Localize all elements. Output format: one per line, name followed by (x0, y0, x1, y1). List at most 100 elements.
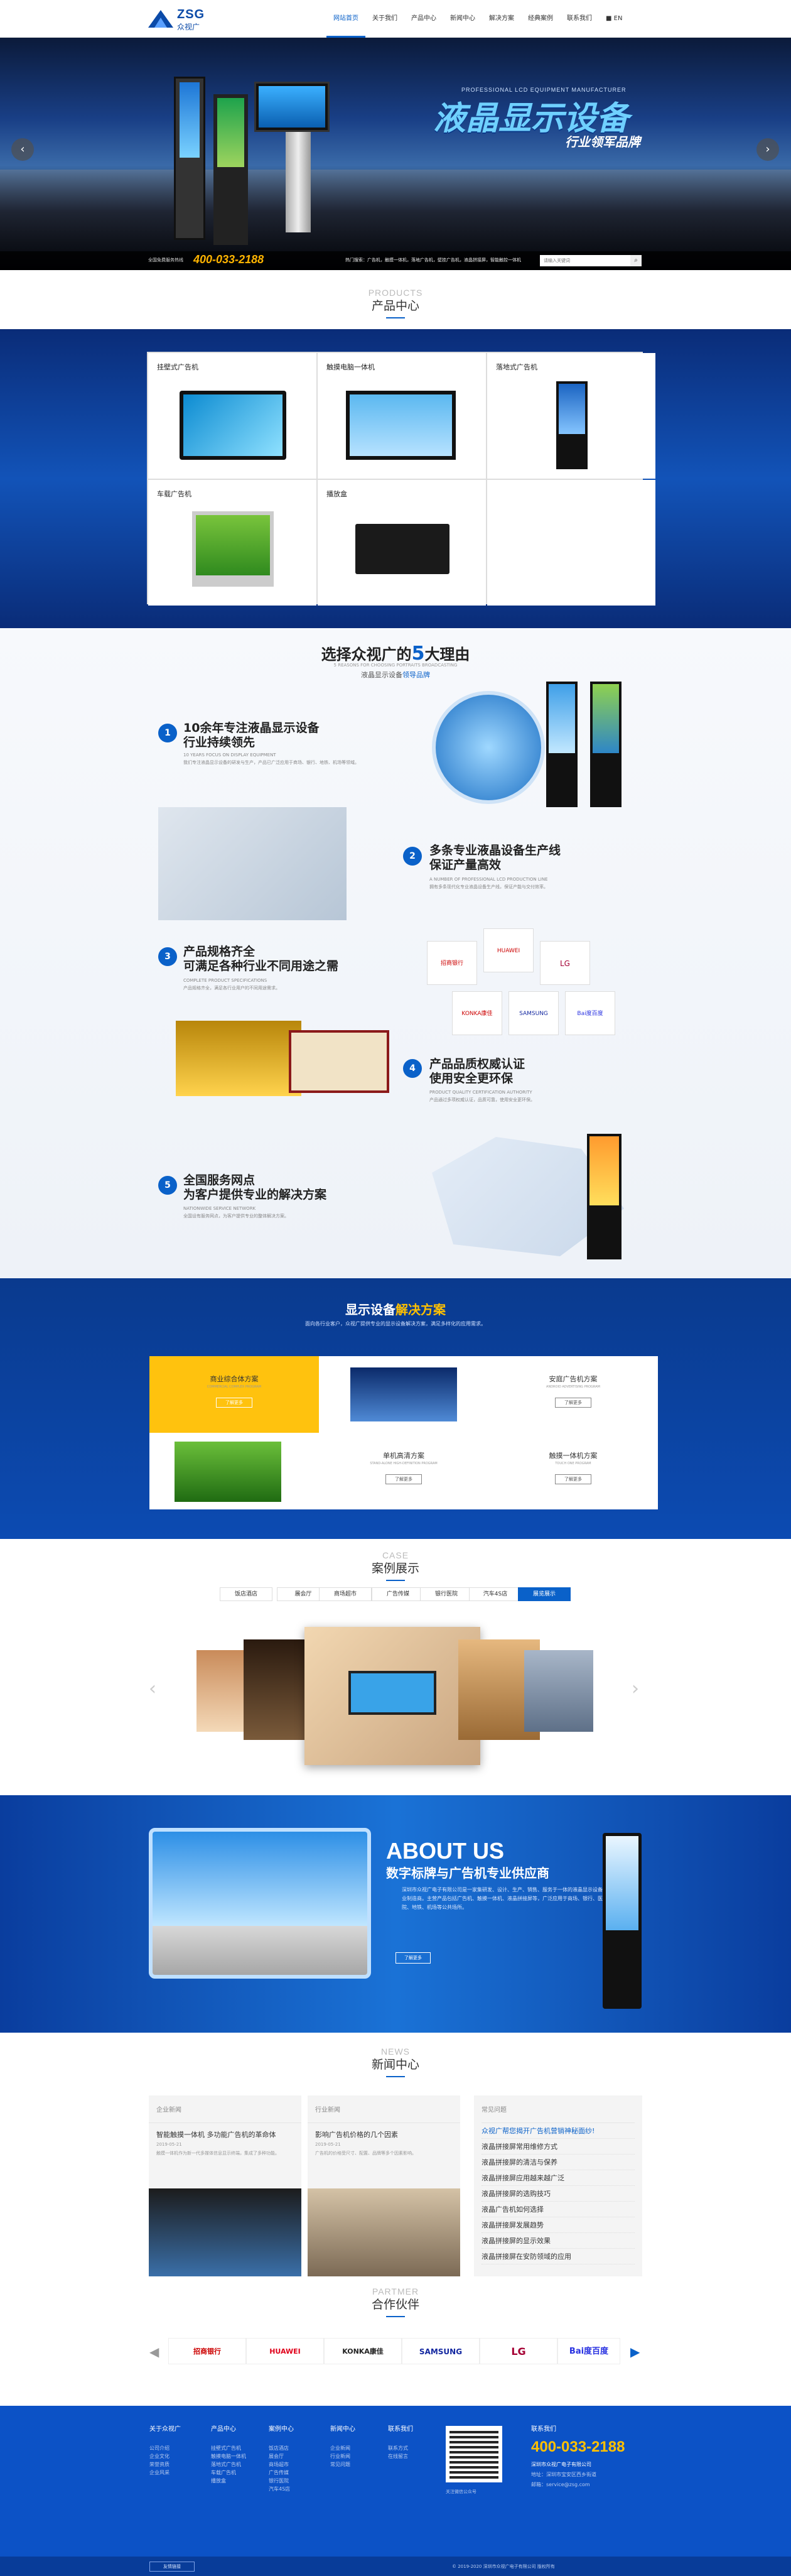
kiosk-image (590, 682, 622, 807)
partner-logo[interactable]: LG (480, 2338, 557, 2364)
about-more-button[interactable]: 了解更多 (396, 1952, 431, 1964)
nav-news[interactable]: 新闻中心 (443, 0, 482, 38)
faq-item[interactable]: 液晶拼接屏的选购技巧 (482, 2186, 635, 2202)
search-input[interactable] (540, 255, 634, 266)
qr-code (446, 2426, 502, 2482)
kiosk-image (174, 77, 205, 240)
case-tab[interactable]: 广告传媒 (372, 1587, 424, 1601)
case-tab[interactable]: 饭店酒店 (220, 1587, 272, 1601)
solution-card[interactable]: 商业综合体方案 COMMERCIAL COMPLEX PROGRAM 了解更多 (149, 1356, 319, 1433)
faq-item[interactable]: 液晶广告机如何选择 (482, 2202, 635, 2217)
learn-more-button[interactable]: 了解更多 (216, 1398, 252, 1408)
learn-more-button[interactable]: 了解更多 (385, 1474, 422, 1484)
case-tab-active[interactable]: 展览展示 (518, 1587, 571, 1601)
logo[interactable]: ZSG 众视广 (148, 6, 223, 31)
product-card[interactable]: 挂壁式广告机 (148, 353, 316, 479)
reason-title: 产品品质权威认证 使用安全更环保 (429, 1057, 525, 1085)
solutions-title: 显示设备解决方案 (345, 1302, 446, 1317)
reasons-subtitle: 液晶显示设备领导品牌 (361, 671, 430, 679)
banner-next-button[interactable]: › (756, 138, 779, 161)
news-summary: 触摸一体机作为新一代多媒体信息显示终端，集成了多种功能。 (156, 2151, 279, 2156)
case-photo[interactable] (524, 1650, 593, 1732)
solution-card[interactable]: 触摸一体机方案 TOUCH ONE PROGRAM 了解更多 (488, 1433, 658, 1509)
news-title[interactable]: 智能触摸一体机 多功能广告机的革命体 (149, 2123, 301, 2139)
solutions-section: 显示设备解决方案 面向各行业客户，众视广提供专业的显示设备解决方案，满足多样化的… (0, 1278, 791, 1539)
banner-subtitle: 行业领军品牌 (565, 134, 640, 149)
case-photo-main[interactable] (304, 1627, 480, 1765)
product-card[interactable]: 落地式广告机 (487, 353, 655, 479)
learn-more-button[interactable]: 了解更多 (555, 1398, 591, 1408)
about-title: ABOUT US (386, 1838, 504, 1864)
friend-links-button[interactable]: 友情链接 (149, 2562, 195, 2572)
reasons-section (0, 628, 791, 1278)
learn-more-button[interactable]: 了解更多 (555, 1474, 591, 1484)
reason-desc: NATIONWIDE SERVICE NETWORK 全国设有服务网点，为客户提供… (183, 1206, 289, 1219)
faq-item[interactable]: 液晶拼接屏的清洁与保养 (482, 2155, 635, 2170)
news-title[interactable]: 影响广告机价格的几个因素 (308, 2123, 460, 2139)
news-card[interactable]: 企业新闻 智能触摸一体机 多功能广告机的革命体 2019-05-21 触摸一体机… (149, 2095, 301, 2276)
case-tab[interactable]: 银行医院 (420, 1587, 473, 1601)
case-tab[interactable]: 商场超市 (319, 1587, 372, 1601)
nav-products[interactable]: 产品中心 (404, 0, 443, 38)
partner-logo[interactable]: KONKA康佳 (324, 2338, 402, 2364)
solutions-desc: 面向各行业客户，众视广提供专业的显示设备解决方案，满足多样化的应用需求。 (305, 1321, 486, 1327)
touch-screen-image (254, 82, 330, 132)
partner-logo[interactable]: HUAWEI (246, 2338, 324, 2364)
partners-prev-arrow[interactable]: ◀ (149, 2344, 159, 2359)
news-heading: NEWS 新闻中心 (0, 2046, 791, 2077)
nav-home[interactable]: 网站首页 (326, 0, 365, 38)
cases-heading: CASE 案例展示 (0, 1550, 791, 1581)
hotline-label: 全国免费服务热线 (148, 258, 183, 263)
partner-logo[interactable]: Bai度百度 (557, 2338, 620, 2364)
product-image (346, 391, 456, 460)
product-card[interactable]: 触摸电脑一体机 (318, 353, 486, 479)
logo-mark-icon (148, 10, 173, 28)
nav-about[interactable]: 关于我们 (365, 0, 404, 38)
about-desc: 深圳市众视广电子有限公司是一家集研发、设计、生产、销售、服务于一体的液晶显示设备… (402, 1887, 608, 1910)
certificate-photo (289, 1030, 389, 1093)
case-next-arrow[interactable]: › (632, 1678, 639, 1700)
footer-company: 深圳市众视广电子有限公司 (531, 2462, 591, 2467)
solution-card[interactable]: 安庭广告机方案 ANDROID ADVERTISING PROGRAM 了解更多 (488, 1356, 658, 1433)
partners-next-arrow[interactable]: ▶ (630, 2344, 640, 2359)
reason-number: 4 (403, 1059, 422, 1078)
kiosk-image (603, 1833, 642, 2009)
search-icon[interactable]: ⌕ (630, 255, 642, 266)
nav-contact[interactable]: 联系我们 (560, 0, 599, 38)
product-card[interactable]: 播放盒 (318, 480, 486, 606)
partner-logo[interactable]: 招商银行 (168, 2338, 246, 2364)
hotline-number: 400-033-2188 (193, 253, 264, 266)
factory-photo (158, 807, 347, 920)
reasons-subtitle-en: 5 REASONS FOR CHOOSING PORTRAITS BROADCA… (333, 663, 458, 668)
solution-card[interactable]: 单机高清方案 STAND-ALONE HIGH-DEFINITION PROGRA… (319, 1433, 488, 1509)
brand-logo: KONKA康佳 (452, 991, 502, 1035)
reason-number: 2 (403, 847, 422, 866)
reason-number: 3 (158, 947, 177, 966)
faq-item[interactable]: 液晶拼接屏发展趋势 (482, 2217, 635, 2233)
case-tab[interactable]: 汽车4S店 (469, 1587, 522, 1601)
nav-english[interactable]: ■ EN (599, 0, 629, 38)
stand-image (286, 132, 311, 232)
faq-item[interactable]: 液晶拼接屏常用维修方式 (482, 2139, 635, 2155)
product-image (355, 524, 449, 574)
partner-logo[interactable]: SAMSUNG (402, 2338, 480, 2364)
hot-search-words[interactable]: 热门搜索：广告机，触摸一体机，落地广告机，壁挂广告机，液晶拼接屏，智能触控一体机 (345, 257, 534, 263)
reason-number: 1 (158, 724, 177, 742)
case-prev-arrow[interactable]: ‹ (149, 1678, 156, 1700)
faq-item[interactable]: 液晶拼接屏在安防领域的应用 (482, 2249, 635, 2264)
logo-text: ZSG (177, 8, 205, 21)
kiosk-image (546, 682, 578, 807)
footer-address: 地址：深圳市宝安区西乡街道 (531, 2472, 596, 2477)
news-card[interactable]: 行业新闻 影响广告机价格的几个因素 2019-05-21 广告机的价格受尺寸、配… (308, 2095, 460, 2276)
about-subtitle: 数字标牌与广告机专业供应商 (386, 1866, 549, 1881)
nav-solutions[interactable]: 解决方案 (482, 0, 521, 38)
faq-item[interactable]: 众视广帮您揭开广告机营销神秘面纱! (482, 2123, 635, 2139)
footer-column: 案例中心 饭店酒店 展会厅 商场超市 广告传媒 银行医院 汽车4S店 (269, 2426, 294, 2492)
news-date: 2019-05-21 (315, 2142, 341, 2147)
faq-item[interactable]: 液晶拼接屏的显示效果 (482, 2233, 635, 2249)
reason-title: 产品规格齐全 可满足各种行业不同用途之需 (183, 945, 339, 973)
faq-item[interactable]: 液晶拼接屏应用越来越广泛 (482, 2170, 635, 2186)
product-card[interactable]: 车载广告机 (148, 480, 316, 606)
nav-cases[interactable]: 经典案例 (521, 0, 560, 38)
banner-prev-button[interactable]: ‹ (11, 138, 34, 161)
